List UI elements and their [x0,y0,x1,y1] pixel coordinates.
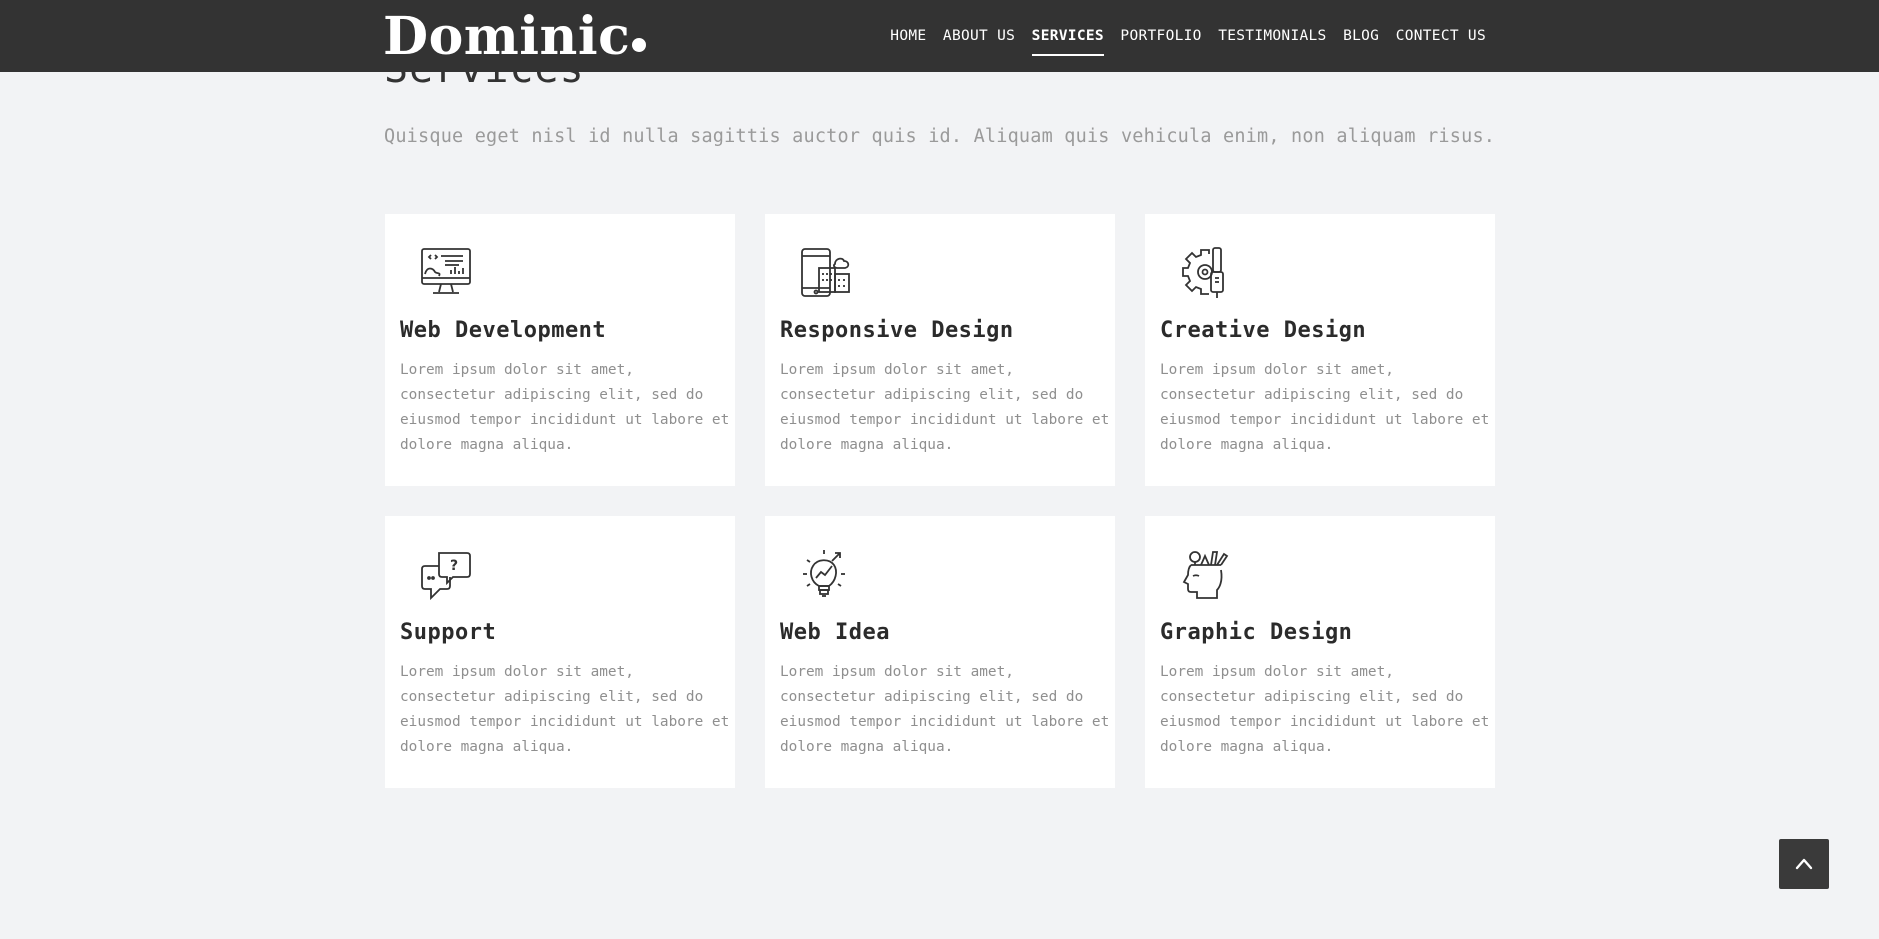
page: Services Quisque eget nisl id nulla sagi… [0,0,1879,939]
scroll-to-top-button[interactable] [1779,839,1829,889]
logo[interactable]: Dominic [383,2,647,72]
service-text: Lorem ipsum dolor sit amet, consectetur … [400,664,730,755]
service-title: Responsive Design [780,318,1014,343]
chevron-up-icon [1795,858,1813,870]
site-header: Dominic HOME ABOUT US SERVICES PORTFOLIO… [0,0,1879,72]
service-title: Creative Design [1160,318,1367,343]
service-title: Web Idea [780,620,890,645]
nav-item-services[interactable]: SERVICES [1031,0,1105,72]
chat-question-icon: ? [419,548,473,602]
service-title: Graphic Design [1160,620,1353,645]
section-subtitle: Quisque eget nisl id nulla sagittis auct… [384,126,1496,147]
nav-item-testimonials[interactable]: TESTIMONIALS [1218,0,1326,72]
service-text: Lorem ipsum dolor sit amet, consectetur … [1160,664,1490,755]
service-card[interactable]: Creative Design Lorem ipsum dolor sit am… [1145,214,1495,486]
service-text: Lorem ipsum dolor sit amet, consectetur … [780,362,1110,453]
nav-item-portfolio[interactable]: PORTFOLIO [1120,0,1201,72]
service-card[interactable]: ? Support Lorem ipsum dolor sit amet, co… [385,516,735,788]
lightbulb-chart-icon [799,548,853,602]
nav-item-contect-us[interactable]: CONTECT US [1396,0,1486,72]
service-card[interactable]: Web Idea Lorem ipsum dolor sit amet, con… [765,516,1115,788]
service-card[interactable]: Web Development Lorem ipsum dolor sit am… [385,214,735,486]
logo-dot [632,38,647,52]
service-text: Lorem ipsum dolor sit amet, consectetur … [1160,362,1490,453]
gear-tool-icon [1179,246,1233,300]
service-title: Support [400,620,497,645]
service-title: Web Development [400,318,607,343]
service-card[interactable]: Graphic Design Lorem ipsum dolor sit ame… [1145,516,1495,788]
nav-item-blog[interactable]: BLOG [1343,0,1379,72]
main-nav: HOME ABOUT US SERVICES PORTFOLIO TESTIMO… [874,0,1486,72]
head-tools-icon [1179,548,1233,602]
svg-text:?: ? [450,558,458,574]
logo-text: Dominic [383,6,631,67]
nav-item-about-us[interactable]: ABOUT US [943,0,1015,72]
service-text: Lorem ipsum dolor sit amet, consectetur … [780,664,1110,755]
mobile-building-icon [799,246,853,300]
nav-item-home[interactable]: HOME [890,0,926,72]
service-card[interactable]: Responsive Design Lorem ipsum dolor sit … [765,214,1115,486]
service-text: Lorem ipsum dolor sit amet, consectetur … [400,362,730,453]
monitor-code-icon [419,246,473,300]
